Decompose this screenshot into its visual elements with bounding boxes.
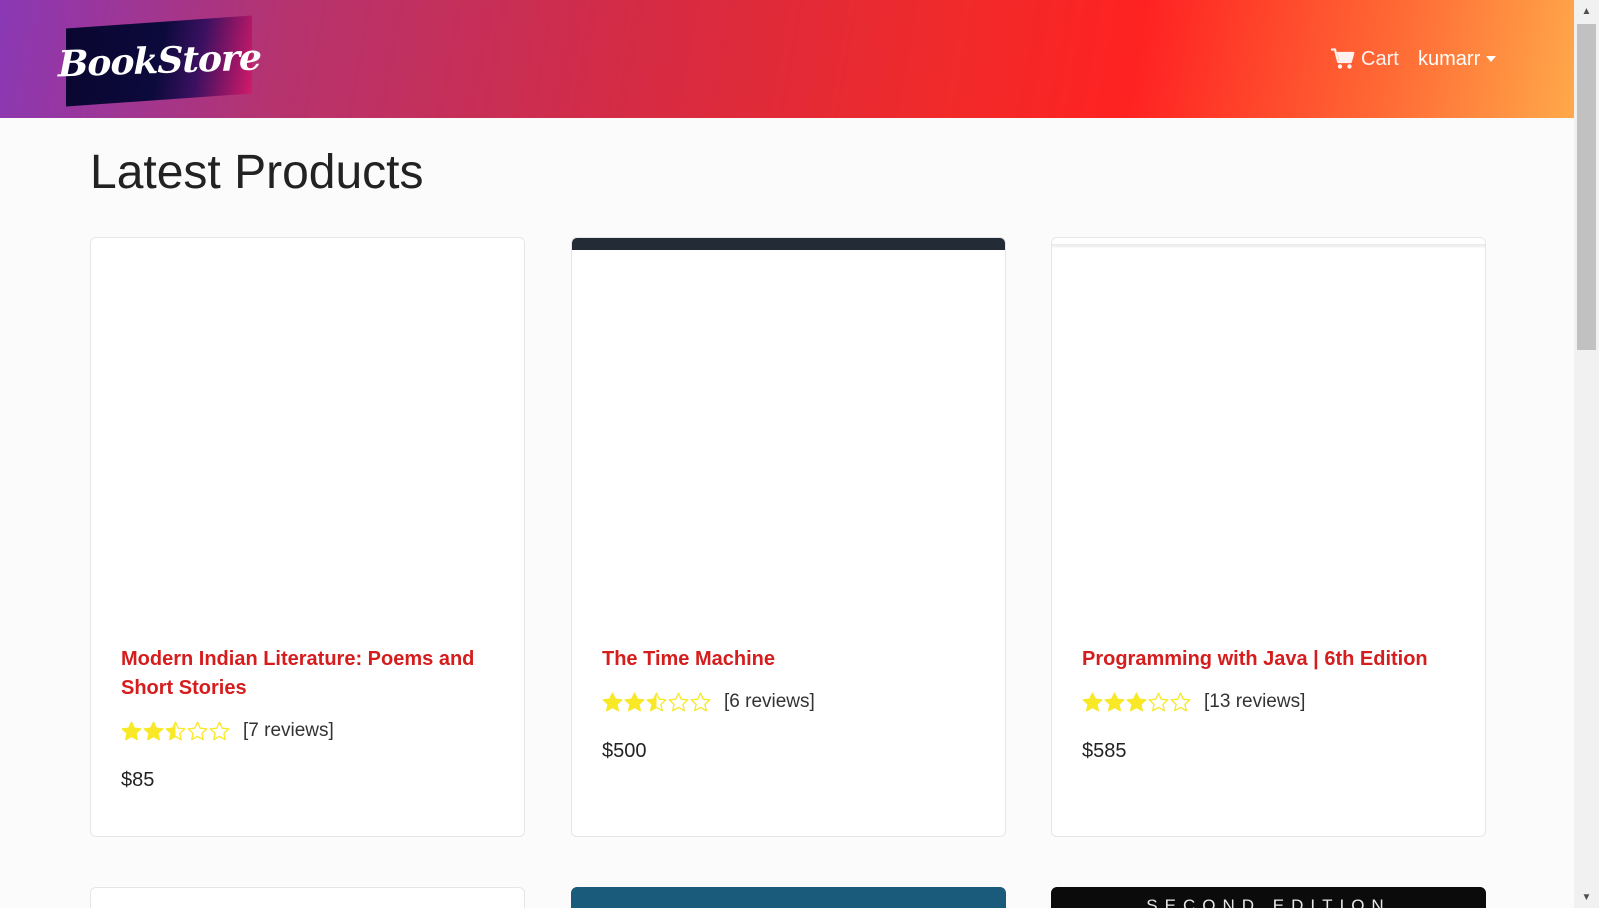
product-image[interactable] <box>572 238 1005 608</box>
cart-link[interactable]: Cart <box>1331 44 1399 74</box>
rating-stars <box>1082 692 1192 713</box>
product-title-link[interactable]: The Time Machine <box>602 645 975 674</box>
rating-stars <box>121 721 231 742</box>
product-rating: [6 reviews] <box>602 689 975 715</box>
product-card-partial[interactable]: SECOND EDITION <box>1051 887 1486 908</box>
product-card: Modern Indian Literature: Poems and Shor… <box>90 237 525 837</box>
star-icon <box>165 721 186 740</box>
star-icon <box>187 721 208 740</box>
product-card-body: The Time Machine [6 reviews] $500 <box>602 645 975 763</box>
page-title: Latest Products <box>90 146 424 199</box>
brand-logo-text: BookStore <box>57 36 261 86</box>
product-price: $500 <box>602 740 647 762</box>
user-menu-dropdown[interactable]: kumarr <box>1418 44 1497 74</box>
star-icon <box>143 721 164 740</box>
product-card-partial[interactable] <box>571 887 1006 908</box>
product-rating: [13 reviews] <box>1082 689 1455 715</box>
product-card-body: Modern Indian Literature: Poems and Shor… <box>121 645 494 792</box>
star-icon <box>121 721 142 740</box>
product-card-partial[interactable] <box>90 887 525 908</box>
product-card-body: Programming with Java | 6th Edition [13 … <box>1082 645 1455 763</box>
star-icon <box>1126 692 1147 711</box>
review-count: [6 reviews] <box>724 691 815 712</box>
scroll-down-arrow-icon[interactable]: ▼ <box>1574 886 1599 908</box>
navbar: BookStore Cart kumarr <box>0 0 1574 118</box>
rating-stars <box>602 692 712 713</box>
star-icon <box>209 721 230 740</box>
product-rating: [7 reviews] <box>121 718 494 744</box>
product-price: $585 <box>1082 740 1127 762</box>
user-name: kumarr <box>1418 47 1481 70</box>
star-icon <box>1104 692 1125 711</box>
star-icon <box>1148 692 1169 711</box>
cart-icon <box>1331 48 1355 69</box>
star-icon <box>1170 692 1191 711</box>
product-card: The Time Machine [6 reviews] $500 <box>571 237 1006 837</box>
star-icon <box>1082 692 1103 711</box>
cart-label: Cart <box>1361 47 1399 70</box>
scroll-up-arrow-icon[interactable]: ▲ <box>1574 0 1599 22</box>
product-image[interactable] <box>91 238 524 608</box>
star-icon <box>624 692 645 711</box>
star-icon <box>602 692 623 711</box>
product-title-link[interactable]: Modern Indian Literature: Poems and Shor… <box>121 645 494 703</box>
product-image[interactable] <box>1052 238 1485 608</box>
brand-logo[interactable]: BookStore <box>58 15 260 107</box>
scrollbar-thumb[interactable] <box>1577 24 1596 350</box>
vertical-scrollbar[interactable]: ▲ ▼ <box>1574 0 1599 908</box>
star-icon <box>646 692 667 711</box>
review-count: [13 reviews] <box>1204 691 1306 712</box>
star-icon <box>690 692 711 711</box>
review-count: [7 reviews] <box>243 720 334 741</box>
product-price: $85 <box>121 769 155 791</box>
cover-text: SECOND EDITION <box>1146 896 1391 908</box>
product-title-link[interactable]: Programming with Java | 6th Edition <box>1082 645 1455 674</box>
star-icon <box>668 692 689 711</box>
caret-down-icon <box>1486 56 1497 62</box>
product-card: Programming with Java | 6th Edition [13 … <box>1051 237 1486 837</box>
